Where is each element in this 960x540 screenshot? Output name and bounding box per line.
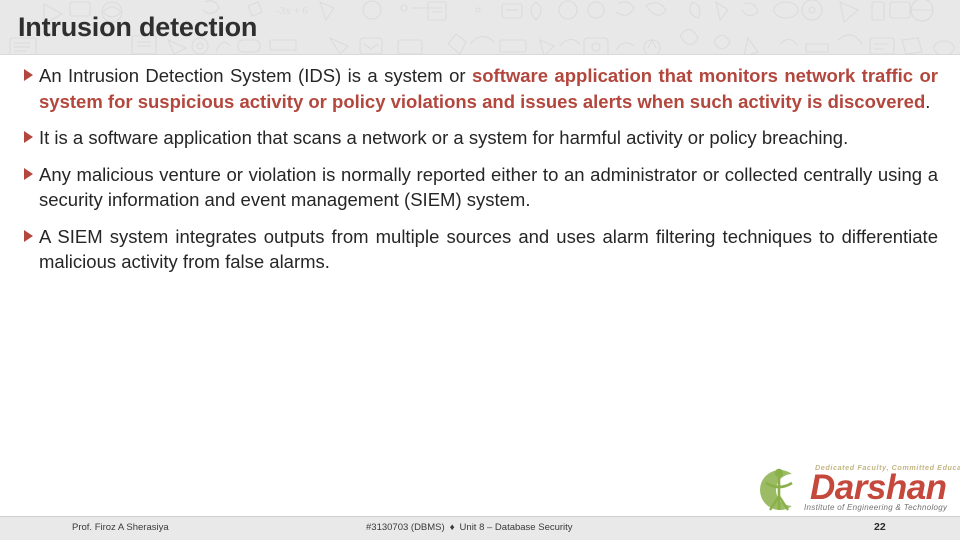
slide-header: -3x + 6 Intrusion detection — [0, 0, 960, 55]
institute-logo: Dedicated Faculty, Committed Education D… — [752, 462, 960, 518]
footer-presenter: Prof. Firoz A Sherasiya — [72, 522, 169, 533]
bullet-lead-text: Any malicious venture or violation is no… — [39, 163, 938, 211]
list-item: Any malicious venture or violation is no… — [0, 162, 960, 213]
triangle-bullet-icon — [24, 229, 33, 242]
triangle-bullet-icon — [24, 131, 33, 143]
footer-page-number: 22 — [874, 521, 886, 533]
bullet-lead-text: It is a software application that scans … — [39, 127, 849, 148]
bullet-tail-text: . — [925, 90, 931, 112]
slide-root: -3x + 6 Intrusion detection An Intrusion… — [0, 0, 960, 540]
triangle-bullet-icon — [24, 167, 33, 180]
slide-content: An Intrusion Detection System (IDS) is a… — [0, 63, 960, 286]
list-item: It is a software application that scans … — [0, 125, 960, 151]
footer-course-code: #3130703 (DBMS) — [366, 522, 445, 533]
bullet-lead-text: An Intrusion Detection System (IDS) is a… — [39, 65, 472, 86]
list-item: An Intrusion Detection System (IDS) is a… — [0, 63, 960, 114]
bullet-text: An Intrusion Detection System (IDS) is a… — [39, 63, 938, 114]
footer-course-info: #3130703 (DBMS) ♦ Unit 8 – Database Securi… — [366, 522, 573, 533]
svg-text:-3x + 6: -3x + 6 — [276, 5, 308, 17]
list-item: A SIEM system integrates outputs from mu… — [0, 224, 960, 275]
header-divider — [0, 54, 960, 55]
slide-footer: Prof. Firoz A Sherasiya #3130703 (DBMS) ♦… — [0, 516, 960, 540]
footer-unit: Unit 8 – Database Security — [459, 522, 573, 533]
logo-tagline-bottom: Institute of Engineering & Technology — [804, 503, 948, 512]
logo-wordmark: Darshan — [810, 468, 947, 507]
bullet-text: A SIEM system integrates outputs from mu… — [39, 224, 938, 275]
bullet-text: It is a software application that scans … — [39, 125, 938, 151]
footer-separator-icon: ♦ — [449, 522, 455, 533]
triangle-bullet-icon — [24, 69, 33, 81]
page-title: Intrusion detection — [18, 12, 258, 42]
bullet-text: Any malicious venture or violation is no… — [39, 162, 938, 213]
bullet-lead-text: A SIEM system integrates outputs from mu… — [39, 225, 938, 273]
darshan-swirl-figure-icon — [760, 468, 793, 511]
